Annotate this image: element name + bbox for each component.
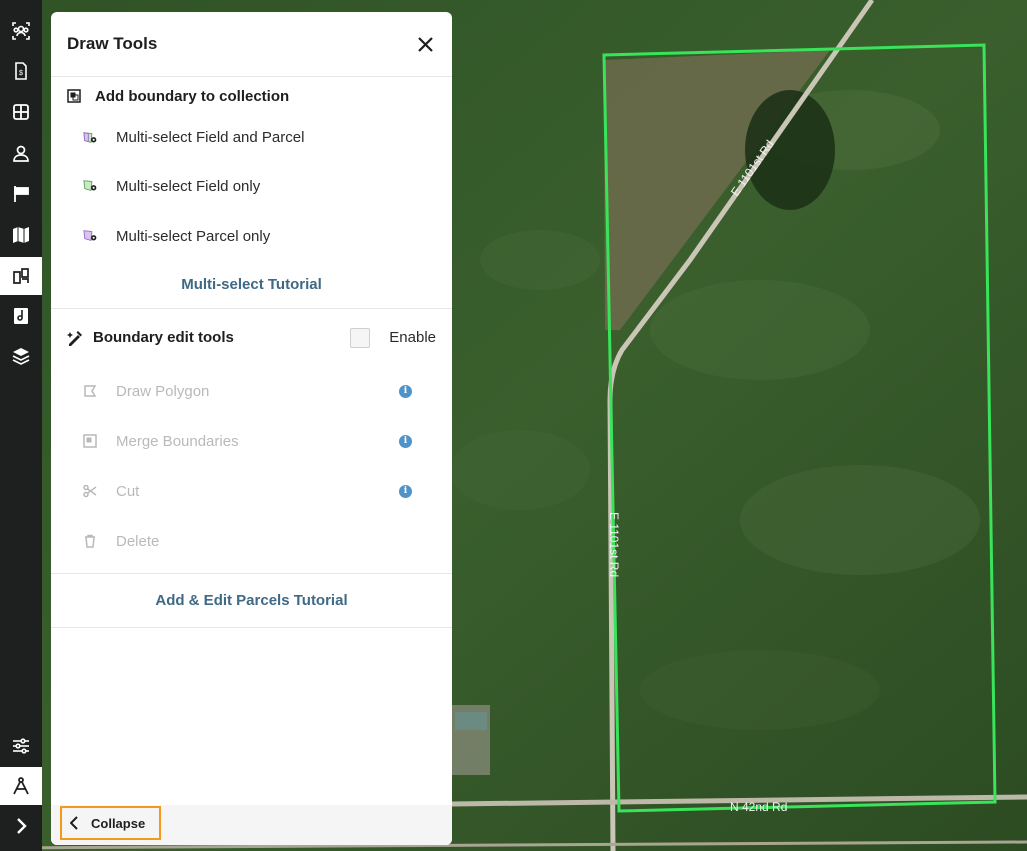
tool-label: Multi-select Field only [116, 177, 261, 195]
enable-checkbox[interactable] [350, 327, 371, 348]
collapse-label: Collapse [91, 815, 146, 831]
map-icon[interactable] [0, 216, 42, 254]
tool-label: Cut [116, 482, 140, 500]
nav-rail: $ [0, 0, 42, 851]
boundary-heading-text: Boundary edit tools [93, 329, 234, 346]
cut-tool[interactable]: Cut i [51, 466, 452, 516]
close-button[interactable] [414, 33, 436, 55]
flag-icon[interactable] [0, 175, 42, 213]
add-edit-parcels-tutorial-link[interactable]: Add & Edit Parcels Tutorial [155, 592, 347, 609]
multi-select-field-only[interactable]: Multi-select Field only [51, 161, 452, 211]
svg-text:$: $ [19, 70, 23, 77]
chevron-left-icon [70, 816, 78, 830]
road-label: E 1101st Rd [607, 512, 621, 577]
tool-label: Multi-select Parcel only [116, 227, 271, 245]
trash-icon [83, 533, 99, 549]
draw-tools-icon[interactable] [0, 767, 42, 805]
merge-icon [83, 433, 99, 449]
expand-rail-button[interactable] [0, 806, 42, 846]
collapse-button[interactable]: Collapse [60, 806, 161, 840]
tool-label: Draw Polygon [116, 382, 210, 400]
layers-icon[interactable] [0, 337, 42, 375]
chevron-right-icon [17, 818, 27, 834]
panel-title: Draw Tools [67, 34, 158, 53]
info-icon[interactable]: i [399, 434, 412, 448]
team-icon[interactable] [0, 12, 42, 50]
multi-select-tutorial-link[interactable]: Multi-select Tutorial [181, 276, 322, 293]
delete-tool[interactable]: Delete [51, 516, 452, 566]
parcels-tutorial-wrap: Add & Edit Parcels Tutorial [51, 574, 452, 627]
parcels-icon[interactable] [0, 257, 42, 295]
enable-toggle: Enable [350, 327, 436, 348]
tool-label: Merge Boundaries [116, 432, 239, 450]
settings-sliders-icon[interactable] [0, 727, 42, 765]
scissors-icon [83, 483, 99, 499]
close-icon [417, 36, 433, 52]
parcel-select-icon [83, 228, 99, 244]
divider [51, 627, 452, 628]
merge-boundaries-tool[interactable]: Merge Boundaries i [51, 416, 452, 466]
multi-select-tutorial-wrap: Multi-select Tutorial [51, 261, 452, 308]
document-icon[interactable] [0, 297, 42, 335]
collection-section-heading: Add boundary to collection [51, 78, 452, 114]
enable-label: Enable [389, 329, 436, 346]
road-label: N 42nd Rd [730, 800, 787, 814]
boundary-collection-icon [67, 88, 83, 104]
draw-polygon-tool[interactable]: Draw Polygon i [51, 366, 452, 416]
tool-label: Multi-select Field and Parcel [116, 129, 305, 146]
panel-footer: Collapse [51, 805, 452, 845]
tool-label: Delete [116, 532, 160, 550]
info-icon[interactable]: i [399, 384, 412, 398]
info-icon[interactable]: i [399, 484, 412, 498]
multi-select-field-and-parcel[interactable]: Multi-select Field and Parcel [51, 114, 452, 161]
field-select-icon [83, 178, 99, 194]
draw-tools-panel: Draw Tools Add boundary to collection Mu… [51, 12, 452, 845]
multi-select-parcel-only[interactable]: Multi-select Parcel only [51, 211, 452, 261]
collection-heading-text: Add boundary to collection [95, 87, 290, 105]
invoice-icon[interactable]: $ [0, 52, 42, 90]
edit-tools-icon [67, 330, 83, 346]
boundary-section-heading: Boundary edit tools Enable [51, 309, 452, 366]
grid-icon[interactable] [0, 93, 42, 131]
user-icon[interactable] [0, 134, 42, 172]
field-parcel-select-icon [83, 130, 99, 146]
polygon-icon [83, 383, 99, 399]
panel-header: Draw Tools [51, 12, 452, 77]
